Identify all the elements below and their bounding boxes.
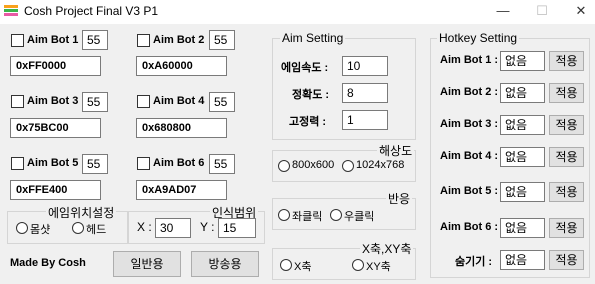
hotkey-3-input[interactable]: 없음 bbox=[500, 115, 545, 135]
radio-body-shot-label: 몸샷 bbox=[30, 224, 51, 236]
aim-bot-2-value-input[interactable]: 55 bbox=[209, 30, 235, 50]
aim-bot-2-label: Aim Bot 2 bbox=[153, 34, 205, 46]
aim-bot-2-color-input[interactable]: 0xA60000 bbox=[136, 56, 227, 76]
radio-x-axis[interactable] bbox=[280, 259, 292, 271]
accuracy-input[interactable]: 8 bbox=[342, 83, 388, 103]
hotkey-4-input[interactable]: 없음 bbox=[500, 147, 545, 167]
aim-bot-1-label: Aim Bot 1 bbox=[27, 34, 79, 46]
hotkey-6-apply-button[interactable]: 적용 bbox=[549, 218, 584, 238]
aim-bot-6-checkbox[interactable] bbox=[137, 157, 150, 170]
aim-bot-3-color-input[interactable]: 0x75BC00 bbox=[10, 118, 101, 138]
hotkey-1-label: Aim Bot 1 : bbox=[440, 54, 499, 66]
fixing-force-input[interactable]: 1 bbox=[342, 110, 388, 130]
radio-res-800-label: 800x600 bbox=[292, 159, 335, 171]
aim-bot-1-value-input[interactable]: 55 bbox=[82, 30, 108, 50]
aim-bot-6-value-input[interactable]: 55 bbox=[209, 154, 235, 174]
radio-xy-axis-label: XY축 bbox=[366, 261, 391, 273]
radio-xy-axis[interactable] bbox=[352, 259, 364, 271]
hotkey-1-apply-button[interactable]: 적용 bbox=[549, 51, 584, 71]
maximize-button[interactable]: ☐ bbox=[524, 0, 560, 24]
aim-bot-3-label: Aim Bot 3 bbox=[27, 95, 79, 107]
title-bar: Cosh Project Final V3 P1 — ☐ ✕ bbox=[0, 0, 595, 24]
broadcast-mode-button[interactable]: 방송용 bbox=[191, 251, 259, 277]
aim-speed-input[interactable]: 10 bbox=[342, 56, 388, 76]
hotkey-2-apply-button[interactable]: 적용 bbox=[549, 83, 584, 103]
made-by-label: Made By Cosh bbox=[10, 257, 86, 269]
aim-bot-1-color-input[interactable]: 0xFF0000 bbox=[10, 56, 101, 76]
close-button[interactable]: ✕ bbox=[563, 0, 595, 24]
aim-bot-2-checkbox[interactable] bbox=[137, 34, 150, 47]
hotkey-4-apply-button[interactable]: 적용 bbox=[549, 147, 584, 167]
radio-res-1024-label: 1024x768 bbox=[356, 159, 405, 171]
hotkey-1-input[interactable]: 없음 bbox=[500, 51, 545, 71]
radio-head[interactable] bbox=[72, 222, 84, 234]
radio-res-800[interactable] bbox=[278, 160, 290, 172]
app-icon bbox=[4, 5, 18, 17]
resolution-title: 해상도 bbox=[377, 142, 415, 159]
hide-hotkey-input[interactable]: 없음 bbox=[500, 250, 545, 270]
radio-right-click[interactable] bbox=[330, 209, 342, 221]
range-y-label: Y : bbox=[200, 220, 215, 234]
aim-bot-5-value-input[interactable]: 55 bbox=[82, 154, 108, 174]
hotkey-6-input[interactable]: 없음 bbox=[500, 218, 545, 238]
aim-bot-4-checkbox[interactable] bbox=[137, 95, 150, 108]
aim-bot-3-value-input[interactable]: 55 bbox=[82, 92, 108, 112]
hotkey-4-label: Aim Bot 4 : bbox=[440, 150, 499, 162]
accuracy-label: 정확도 : bbox=[292, 89, 330, 101]
aim-bot-1-checkbox[interactable] bbox=[11, 34, 24, 47]
aim-bot-5-checkbox[interactable] bbox=[11, 157, 24, 170]
aim-bot-4-label: Aim Bot 4 bbox=[153, 95, 205, 107]
hotkey-3-apply-button[interactable]: 적용 bbox=[549, 115, 584, 135]
hotkey-3-label: Aim Bot 3 : bbox=[440, 118, 499, 130]
hotkey-5-label: Aim Bot 5 : bbox=[440, 185, 499, 197]
aim-bot-6-color-input[interactable]: 0xA9AD07 bbox=[136, 180, 227, 200]
aim-position-title: 에임위치설정 bbox=[46, 204, 117, 221]
aim-setting-title: Aim Setting bbox=[280, 31, 346, 45]
hotkey-2-input[interactable]: 없음 bbox=[500, 83, 545, 103]
aim-bot-5-color-input[interactable]: 0xFFE400 bbox=[10, 180, 101, 200]
aim-bot-6-label: Aim Bot 6 bbox=[153, 157, 205, 169]
minimize-button[interactable]: — bbox=[485, 0, 521, 24]
hotkey-5-apply-button[interactable]: 적용 bbox=[549, 182, 584, 202]
range-x-input[interactable]: 30 bbox=[155, 218, 191, 238]
window-title: Cosh Project Final V3 P1 bbox=[24, 4, 159, 18]
hotkey-6-label: Aim Bot 6 : bbox=[440, 221, 499, 233]
aim-bot-4-value-input[interactable]: 55 bbox=[209, 92, 235, 112]
radio-right-click-label: 우클릭 bbox=[344, 211, 375, 223]
aim-bot-5-label: Aim Bot 5 bbox=[27, 157, 79, 169]
radio-body-shot[interactable] bbox=[16, 222, 28, 234]
reaction-title: 반응 bbox=[386, 190, 413, 207]
normal-mode-button[interactable]: 일반용 bbox=[113, 251, 181, 277]
radio-left-click[interactable] bbox=[278, 209, 290, 221]
range-y-input[interactable]: 15 bbox=[218, 218, 256, 238]
radio-res-1024[interactable] bbox=[342, 160, 354, 172]
aim-bot-4-color-input[interactable]: 0x680800 bbox=[136, 118, 227, 138]
hide-hotkey-apply-button[interactable]: 적용 bbox=[549, 250, 584, 270]
aim-bot-3-checkbox[interactable] bbox=[11, 95, 24, 108]
hotkey-5-input[interactable]: 없음 bbox=[500, 182, 545, 202]
range-x-label: X : bbox=[137, 220, 152, 234]
radio-head-label: 헤드 bbox=[86, 224, 107, 236]
hotkey-2-label: Aim Bot 2 : bbox=[440, 86, 499, 98]
axis-title: X축,XY축 bbox=[360, 240, 414, 257]
radio-x-axis-label: X축 bbox=[294, 261, 312, 273]
hide-hotkey-label: 숨기기 : bbox=[455, 256, 493, 268]
aim-speed-label: 에임속도 : bbox=[281, 62, 329, 74]
fixing-force-label: 고정력 : bbox=[289, 116, 327, 128]
hotkey-setting-title: Hotkey Setting bbox=[437, 31, 520, 45]
radio-left-click-label: 좌클릭 bbox=[292, 211, 323, 223]
